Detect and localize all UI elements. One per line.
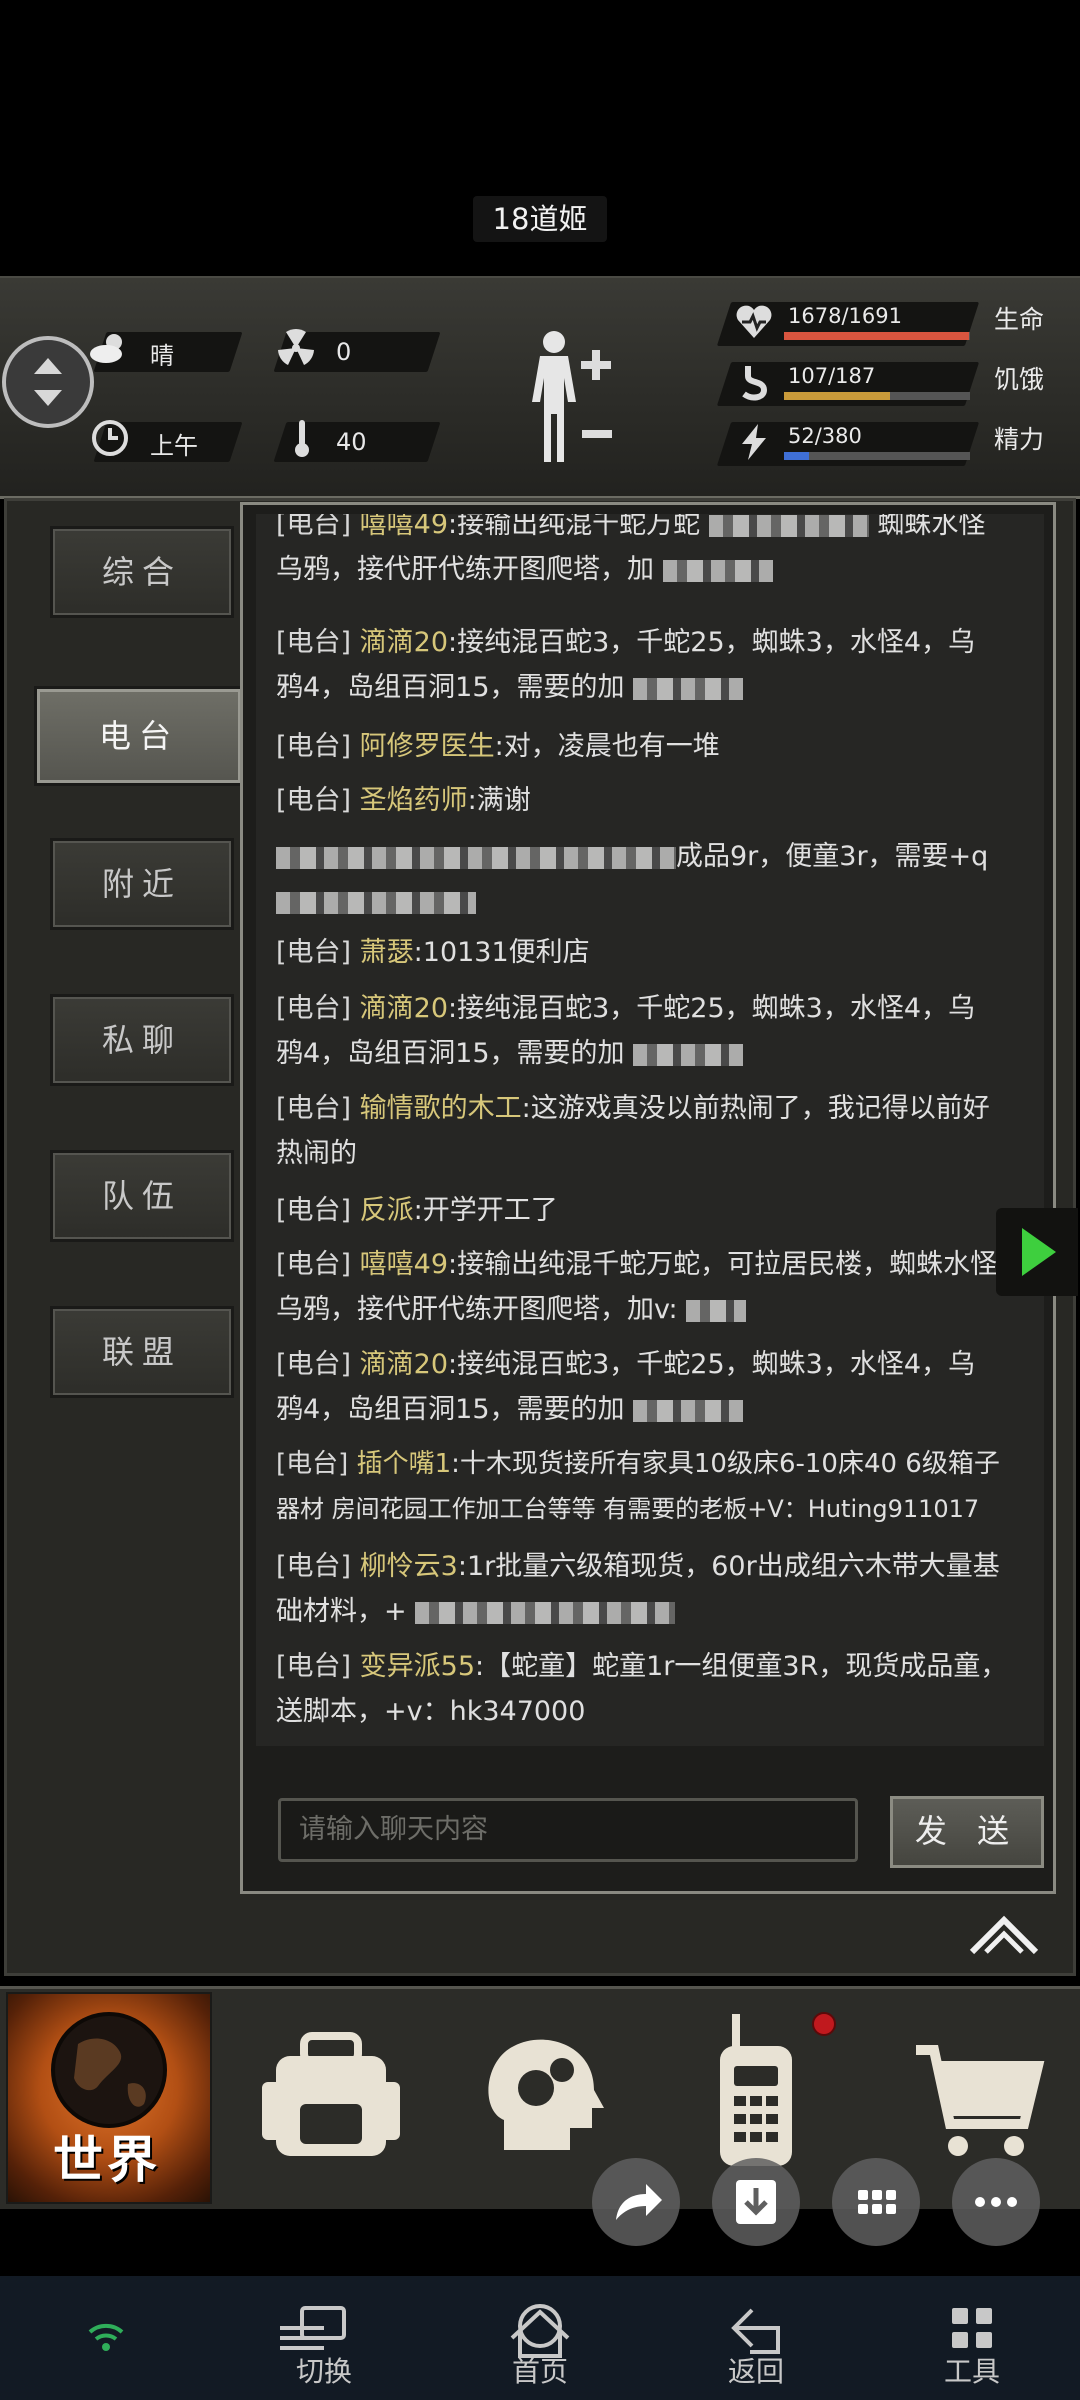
chat-message: [电台] 萧瑟:10131便利店 bbox=[276, 937, 590, 968]
chat-message: [电台] 圣焰药师:满谢 bbox=[276, 785, 531, 816]
tab-radio[interactable]: 电台 bbox=[34, 686, 244, 786]
nav-tools[interactable]: 工具 bbox=[892, 2276, 1052, 2400]
share-arrow-icon bbox=[616, 2184, 662, 2220]
chat-message: [电台] 输情歌的木工:这游戏真没以前热闹了，我记得以前好 热闹的 bbox=[276, 1093, 990, 1169]
blurred-text bbox=[662, 559, 773, 582]
tab-team[interactable]: 队伍 bbox=[50, 1150, 234, 1242]
health-value: 1678/1691 bbox=[788, 304, 902, 328]
backpack-button[interactable] bbox=[234, 2000, 434, 2190]
energy-label: 精力 bbox=[994, 425, 1045, 454]
grid-icon bbox=[858, 2190, 896, 2214]
energy-value: 52/380 bbox=[788, 424, 862, 448]
player-name-title: 18道姬 bbox=[0, 196, 1080, 242]
chat-message: [电台] 嘻嘻49:接输出纯混千蛇万蛇，可拉居民楼，蜘蛛水怪 乌鸦，接代肝代练开… bbox=[276, 1249, 998, 1325]
blurred-text bbox=[633, 677, 744, 700]
collapse-button[interactable] bbox=[968, 1912, 1040, 1958]
clock-icon bbox=[90, 418, 130, 467]
hunger-value: 107/187 bbox=[788, 364, 876, 388]
chat-message: [电台] 反派:开学开工了 bbox=[276, 1195, 558, 1226]
chevron-up-icon bbox=[969, 1915, 1039, 1955]
body-figure-icon bbox=[532, 331, 612, 462]
blurred-text bbox=[633, 1399, 744, 1422]
play-arrow-icon bbox=[1022, 1228, 1056, 1276]
chat-message: [电台] 滴滴20:接纯混百蛇3，千蛇25，蜘蛛3，水怪4，乌 鸦4，岛组百洞1… bbox=[276, 627, 976, 703]
chat-message: [电台] 柳怜云3:1r批量六级箱现货，60r出成组六木带大量基 础材料，+ bbox=[276, 1551, 1000, 1627]
nav-home[interactable]: 首页 bbox=[460, 2276, 620, 2400]
more-button[interactable] bbox=[952, 2158, 1040, 2246]
nav-switch[interactable]: 切换 bbox=[244, 2276, 404, 2400]
nav-home-label: 首页 bbox=[511, 2355, 568, 2388]
tab-private[interactable]: 私聊 bbox=[50, 994, 234, 1086]
hunger-bar bbox=[784, 392, 970, 400]
hunger-label: 饥饿 bbox=[994, 365, 1045, 394]
radiation-icon bbox=[276, 328, 316, 377]
apps-grid-button[interactable] bbox=[832, 2158, 920, 2246]
heart-icon bbox=[734, 302, 774, 351]
chat-message: [电台] 阿修罗医生:对，凌晨也有一堆 bbox=[276, 731, 720, 762]
notification-dot bbox=[812, 2012, 836, 2036]
blurred-text bbox=[686, 1299, 747, 1322]
blurred-text bbox=[276, 846, 676, 869]
blurred-text bbox=[415, 1601, 676, 1624]
character-body-button[interactable] bbox=[520, 328, 630, 468]
blurred-text bbox=[276, 891, 476, 914]
download-button[interactable] bbox=[712, 2158, 800, 2246]
cloud-sun-icon bbox=[88, 328, 132, 377]
tab-nearby[interactable]: 附近 bbox=[50, 838, 234, 930]
send-button[interactable]: 发 送 bbox=[890, 1796, 1044, 1868]
lightning-icon bbox=[734, 422, 774, 471]
scroll-toggle-button[interactable] bbox=[2, 336, 94, 428]
chat-message: [电台] 滴滴20:接纯混百蛇3，千蛇25，蜘蛛3，水怪4，乌 鸦4，岛组百洞1… bbox=[276, 1349, 976, 1425]
expand-side-button[interactable] bbox=[996, 1208, 1078, 1296]
nav-switch-label: 切换 bbox=[295, 2355, 352, 2388]
health-bar bbox=[784, 332, 970, 340]
chat-message: 成品9r，便童3r，需要+q bbox=[276, 834, 1042, 924]
time-of-day-text: 上午 bbox=[150, 432, 198, 460]
backpack-icon bbox=[262, 2032, 400, 2156]
energy-bar bbox=[784, 452, 970, 460]
chat-input[interactable]: 请输入聊天内容 bbox=[278, 1798, 858, 1862]
world-label: 世界 bbox=[53, 2131, 161, 2189]
chat-message: [电台] 滴滴20:接纯混百蛇3，千蛇25，蜘蛛3，水怪4，乌 鸦4，岛组百洞1… bbox=[276, 993, 976, 1069]
chat-message: [电台] 嘻嘻49:接输出纯混千蛇万蛇 蜘蛛水怪 乌鸦，接代肝代练开图爬塔，加 bbox=[276, 514, 986, 585]
blurred-text bbox=[633, 1043, 744, 1066]
tab-general[interactable]: 综合 bbox=[50, 526, 234, 618]
tab-alliance[interactable]: 联盟 bbox=[50, 1306, 234, 1398]
download-icon bbox=[736, 2180, 776, 2224]
nav-back[interactable]: 返回 bbox=[676, 2276, 836, 2400]
stomach-icon bbox=[734, 362, 774, 411]
chat-messages-list[interactable]: [电台] 嘻嘻49:接输出纯混千蛇万蛇 蜘蛛水怪 乌鸦，接代肝代练开图爬塔，加 … bbox=[256, 514, 1044, 1746]
wifi-icon bbox=[86, 2320, 126, 2358]
share-button[interactable] bbox=[592, 2158, 680, 2246]
temperature-value: 40 bbox=[336, 428, 367, 456]
more-dots-icon bbox=[975, 2197, 1017, 2207]
blurred-text bbox=[708, 514, 869, 537]
nav-tools-label: 工具 bbox=[943, 2355, 1000, 2388]
thermometer-icon bbox=[290, 418, 314, 467]
radiation-value: 0 bbox=[336, 338, 352, 366]
chat-message: [电台] 变异派55:【蛇童】蛇童1r一组便童3R，现货成品童， 送脚本，+v：… bbox=[276, 1651, 1008, 1727]
nav-back-label: 返回 bbox=[727, 2355, 784, 2388]
health-label: 生命 bbox=[994, 305, 1045, 334]
chat-message: [电台] 插个嘴1:十木现货接所有家具10级床6-10床40 6级箱子 器材 房… bbox=[276, 1449, 1000, 1523]
weather-text: 晴 bbox=[150, 342, 174, 370]
